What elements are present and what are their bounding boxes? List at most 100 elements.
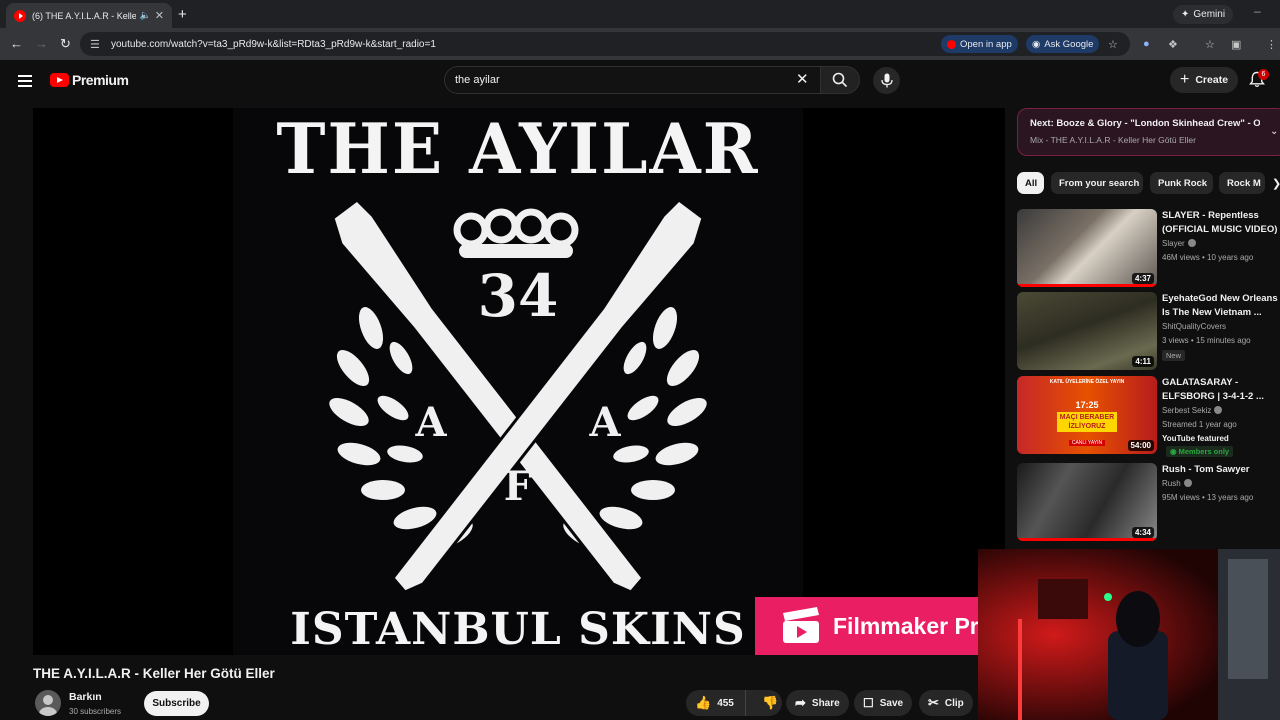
recommendation-meta: Streamed 1 year ago	[1162, 420, 1237, 429]
channel-subscriber-count: 30 subscribers	[69, 707, 122, 716]
recommendation-title: GALATASARAY - ELFSBORG | 3-4-1-2 ...	[1162, 377, 1264, 402]
search-button[interactable]	[820, 66, 860, 94]
tab-title: (6) THE A.Y.I.L.A.R - Keller H	[32, 10, 136, 21]
watermark-text: Filmmaker Pro	[833, 612, 993, 639]
subscribe-button[interactable]: Subscribe	[144, 691, 209, 716]
close-tab-icon[interactable]: ✕	[155, 9, 164, 22]
chip-rock-music[interactable]: Rock M	[1219, 172, 1265, 194]
chevron-down-icon[interactable]: ⌄	[1270, 126, 1278, 137]
recommendation-title: EyehateGod New Orleans Is The New Vietna…	[1162, 293, 1278, 318]
url-text: youtube.com/watch?v=ta3_pRd9w-k&list=RDt…	[111, 38, 436, 50]
voice-search-button[interactable]	[873, 67, 900, 94]
logo-text: Premium	[72, 72, 129, 88]
ask-google-label: Ask Google	[1044, 38, 1094, 50]
sparkle-icon: ✦	[1181, 9, 1190, 20]
members-only-badge: ◉ Members only	[1166, 446, 1234, 457]
youtube-premium-logo[interactable]: Premium	[50, 72, 129, 88]
video-thumbnail[interactable]: 4:11	[1017, 292, 1157, 370]
bookmark-star-icon[interactable]: ☆	[1108, 38, 1118, 51]
browser-tab[interactable]: (6) THE A.Y.I.L.A.R - Keller H 🔈 ✕	[6, 3, 172, 28]
video-thumbnail[interactable]: 4:34	[1017, 463, 1157, 541]
video-duration: 4:37	[1131, 273, 1154, 284]
clip-label: Clip	[944, 697, 964, 709]
browser-tab-strip: (6) THE A.Y.I.L.A.R - Keller H 🔈 ✕ + ✦ G…	[0, 0, 1280, 28]
video-thumbnail[interactable]: 4:37	[1017, 209, 1157, 287]
youtube-logo-icon	[50, 73, 69, 87]
share-label: Share	[811, 697, 840, 709]
recommendation-meta: 95M views • 13 years ago	[1162, 493, 1254, 502]
open-in-app-label: Open in app	[960, 38, 1012, 50]
video-frame-artwork: THE AYILAR 34 A A F ISTANBUL SKINS	[233, 108, 803, 655]
recommendation-meta: 3 views • 15 minutes ago	[1162, 336, 1251, 345]
video-duration: 4:34	[1131, 527, 1154, 538]
like-dislike-group: 👍 455 👎	[686, 690, 782, 716]
forward-icon[interactable]: →	[35, 36, 48, 51]
reload-icon[interactable]: ↻	[60, 36, 71, 52]
recommendation-title: SLAYER - Repentless (OFFICIAL MUSIC VIDE…	[1162, 210, 1278, 235]
side-panel-icon[interactable]: ▣	[1231, 38, 1241, 51]
notifications-badge: 6	[1258, 69, 1269, 80]
speaker-icon[interactable]: 🔈	[140, 10, 151, 21]
chevron-right-icon[interactable]: ❯	[1272, 177, 1280, 190]
recommendation-channel: Serbest Sekiz	[1162, 406, 1223, 415]
recommendation-item[interactable]: 4:11 EyehateGod New Orleans Is The New V…	[1017, 292, 1280, 370]
recommendation-title: Rush - Tom Sawyer	[1162, 464, 1250, 475]
open-in-app-button[interactable]: Open in app	[941, 35, 1018, 53]
clear-search-icon[interactable]: ✕	[796, 70, 809, 88]
recommendation-item[interactable]: 4:34 Rush - Tom Sawyer Rush 95M views • …	[1017, 463, 1280, 541]
back-icon[interactable]: ←	[10, 36, 23, 51]
thumbs-down-icon: 👎	[762, 695, 779, 710]
youtube-header: Premium the ayilar ✕ + Create 6	[0, 60, 1280, 102]
video-player[interactable]: THE AYILAR 34 A A F ISTANBUL SKINS Filmm…	[33, 108, 1005, 655]
channel-avatar[interactable]	[35, 690, 61, 716]
like-button[interactable]: 👍 455	[686, 690, 746, 716]
artwork-title-bottom: ISTANBUL SKINS	[290, 604, 746, 655]
recommendation-channel: ShitQualityCovers	[1162, 322, 1227, 331]
recommendation-item[interactable]: KATIL ÜYELERİNE ÖZEL YAYIN 17:25 MAÇI BE…	[1017, 376, 1280, 457]
webcam-feed-icon	[978, 549, 1280, 720]
channel-name[interactable]: Barkın	[69, 691, 102, 703]
gemini-button[interactable]: ✦ Gemini	[1173, 5, 1234, 24]
clapperboard-icon	[783, 607, 819, 643]
recommendation-channel: Rush	[1162, 479, 1192, 488]
emblem-letter-left: A	[414, 399, 447, 446]
thumb-live-label: CANLI YAYIN	[1069, 440, 1105, 446]
clip-button[interactable]: ✂ Clip	[919, 690, 973, 716]
site-settings-icon[interactable]: ☰	[90, 38, 103, 51]
emblem-letter-bottom: F	[504, 463, 532, 510]
chip-punk-rock[interactable]: Punk Rock	[1150, 172, 1213, 194]
artwork-title-top: THE AYILAR	[276, 108, 760, 190]
create-button[interactable]: + Create	[1170, 67, 1239, 93]
next-video-text: Next: Booze & Glory - "London Skinhead C…	[1030, 118, 1260, 129]
crossed-bats-emblem-icon: 34 A A F	[329, 198, 707, 594]
thumb-caption-top: KATIL ÜYELERİNE ÖZEL YAYIN	[1049, 379, 1125, 385]
hamburger-menu-icon[interactable]	[18, 75, 32, 91]
like-count: 455	[717, 697, 734, 709]
scissors-icon: ✂	[928, 695, 939, 710]
profile-icon[interactable]: ●	[1143, 38, 1150, 50]
thumb-caption-main: MAÇI BERABER İZLİYORUZ	[1057, 412, 1117, 432]
new-tab-icon[interactable]: +	[178, 6, 187, 23]
video-title: THE A.Y.I.L.A.R - Keller Her Götü Eller	[33, 666, 275, 681]
bookmarks-icon[interactable]: ☆	[1205, 38, 1215, 51]
search-icon	[832, 72, 848, 88]
search-input[interactable]: the ayilar	[444, 66, 820, 94]
ask-google-button[interactable]: ◉ Ask Google	[1026, 35, 1100, 53]
extensions-icon[interactable]: ❖	[1168, 38, 1178, 51]
video-duration: 54:00	[1127, 440, 1154, 451]
chip-all[interactable]: All	[1017, 172, 1044, 194]
dislike-button[interactable]: 👎	[752, 695, 778, 711]
video-thumbnail[interactable]: KATIL ÜYELERİNE ÖZEL YAYIN 17:25 MAÇI BE…	[1017, 376, 1157, 454]
share-button[interactable]: ➦ Share	[786, 690, 849, 716]
youtube-featured-label: YouTube featured	[1162, 434, 1229, 443]
share-arrow-icon: ➦	[795, 695, 806, 710]
plus-icon: +	[1180, 71, 1190, 88]
minimize-icon[interactable]: –	[1254, 4, 1261, 18]
thumbs-up-icon: 👍	[695, 695, 712, 710]
save-button[interactable]: ☐ Save	[854, 690, 913, 716]
chip-from-your-search[interactable]: From your search	[1051, 172, 1143, 194]
browser-toolbar: ← → ↻ ☰ youtube.com/watch?v=ta3_pRd9w-k&…	[0, 28, 1280, 60]
menu-icon[interactable]: ⋮	[1266, 38, 1277, 51]
playlist-next-panel[interactable]: Next: Booze & Glory - "London Skinhead C…	[1017, 108, 1280, 156]
recommendation-item[interactable]: 4:37 SLAYER - Repentless (OFFICIAL MUSIC…	[1017, 209, 1280, 287]
